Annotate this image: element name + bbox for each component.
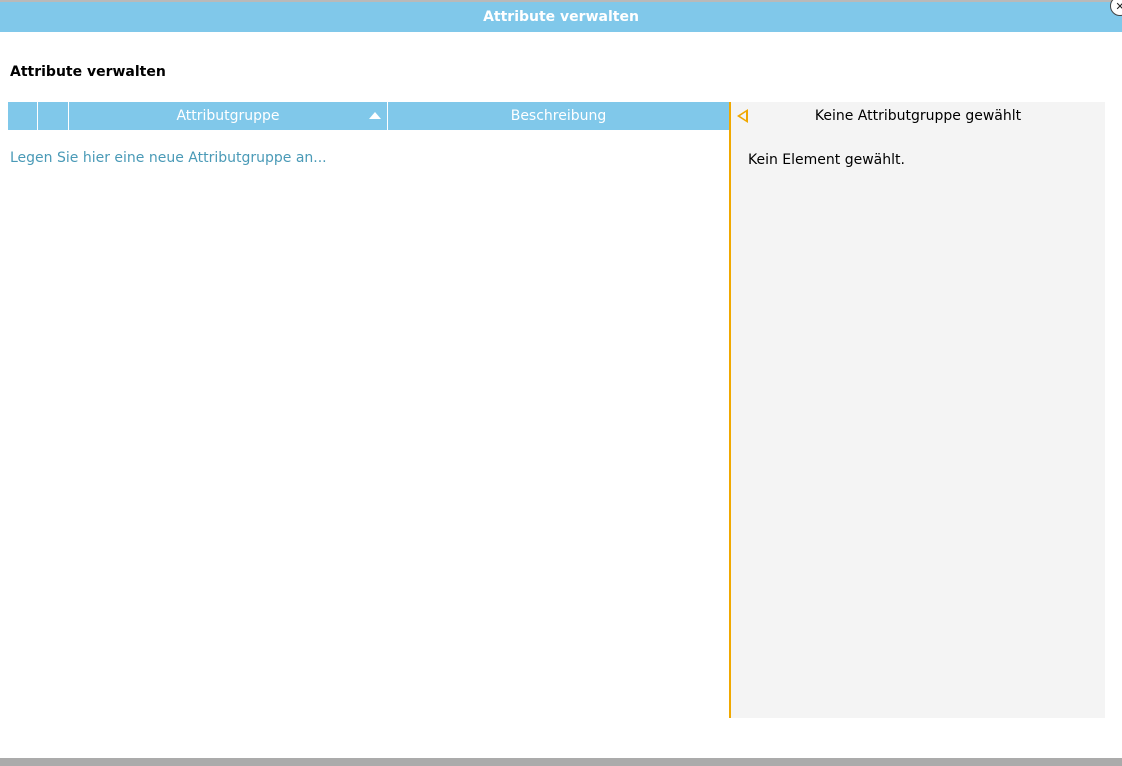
column-header-attributgruppe[interactable]: Attributgruppe: [69, 102, 388, 130]
sort-ascending-icon: [369, 112, 381, 119]
column-header-beschreibung[interactable]: Beschreibung: [388, 102, 729, 130]
page-title: Attribute verwalten: [10, 64, 166, 80]
grid-header: Attributgruppe Beschreibung: [8, 102, 729, 130]
column-header-select[interactable]: [8, 102, 38, 130]
column-header-label: Attributgruppe: [176, 108, 280, 124]
column-header-indicator[interactable]: [38, 102, 69, 130]
close-icon: ✕: [1115, 0, 1122, 13]
detail-panel-message: Kein Element gewählt.: [748, 152, 905, 168]
window-title: Attribute verwalten: [483, 9, 639, 25]
add-attribute-group-link[interactable]: Legen Sie hier eine neue Attributgruppe …: [10, 150, 327, 166]
close-button[interactable]: ✕: [1110, 0, 1122, 16]
detail-panel: Keine Attributgruppe gewählt Kein Elemen…: [729, 102, 1105, 718]
bottom-bar: [0, 758, 1122, 766]
window-title-bar: Attribute verwalten ✕: [0, 0, 1122, 32]
column-header-label: Beschreibung: [510, 108, 607, 124]
detail-panel-title: Keine Attributgruppe gewählt: [814, 108, 1022, 124]
